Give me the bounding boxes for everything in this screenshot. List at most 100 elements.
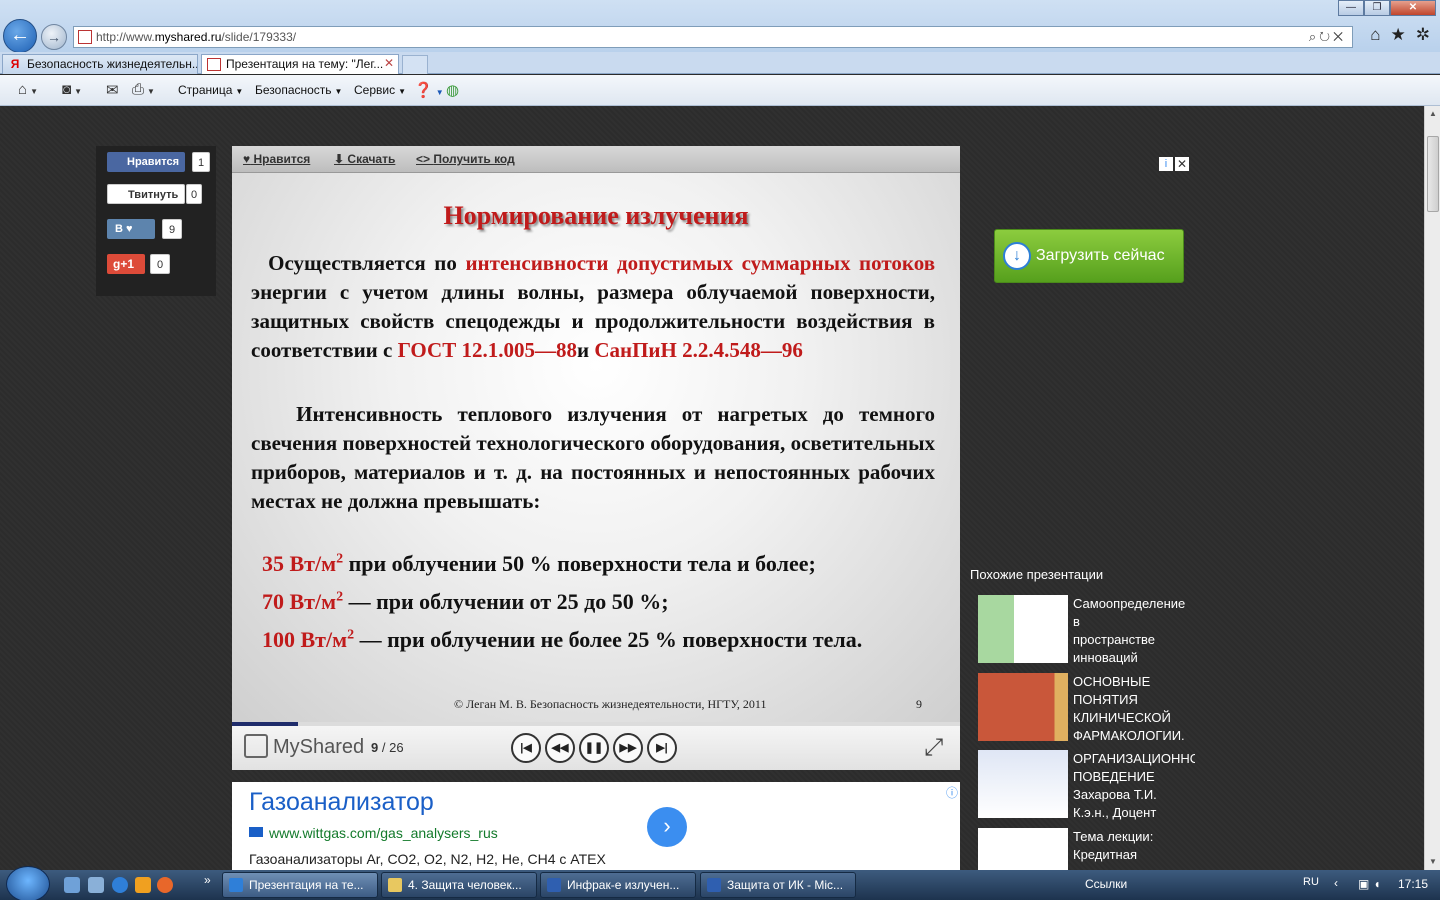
home-icon[interactable]: ⌂ ▼ xyxy=(18,81,38,98)
slide-title: Нормирование излучения xyxy=(443,201,749,230)
similar-title[interactable]: ОРГАНИЗАЦИОННОЕ ПОВЕДЕНИЕ Захарова Т.И. … xyxy=(1073,750,1195,822)
similar-item[interactable]: Самоопределение в пространстве инноваций xyxy=(978,595,1198,667)
similar-thumbnail[interactable] xyxy=(978,673,1068,741)
new-tab-button[interactable] xyxy=(402,55,428,74)
back-button[interactable]: ← xyxy=(3,19,37,53)
language-indicator[interactable]: RU xyxy=(1303,876,1319,888)
similar-heading: Похожие презентации xyxy=(970,567,1104,582)
search-icon[interactable]: ⌕ xyxy=(1309,29,1319,44)
links-toolbar[interactable]: Ссылки xyxy=(1085,877,1127,891)
safety-menu[interactable]: Безопасность ▼ xyxy=(255,83,342,97)
help-icon[interactable]: ❓ ▼ xyxy=(414,81,444,99)
taskbar-item-ie[interactable]: Презентация на те... xyxy=(222,872,378,898)
word-icon xyxy=(547,878,561,892)
heart-icon: ♥ xyxy=(126,223,133,235)
skype-icon[interactable]: ◍ xyxy=(446,81,459,99)
ad-site-icon xyxy=(249,827,263,837)
tab-bar: Я Безопасность жизнедеятельн... Презента… xyxy=(0,52,1440,74)
page-menu[interactable]: Страница ▼ xyxy=(178,83,243,97)
similar-item[interactable]: ОСНОВНЫЕ ПОНЯТИЯ КЛИНИЧЕСКОЙ ФАРМАКОЛОГИ… xyxy=(978,673,1198,745)
taskbar-item-word-1[interactable]: Инфрак-е излучен... xyxy=(540,872,696,898)
favorites-star-icon[interactable]: ★ xyxy=(1391,25,1406,45)
show-desktop-icon[interactable] xyxy=(64,877,80,893)
restore-button[interactable]: ❐ xyxy=(1364,0,1390,16)
scroll-down-icon[interactable]: ▼ xyxy=(1425,854,1440,870)
tools-gear-icon[interactable]: ✲ xyxy=(1416,25,1430,45)
ie-icon xyxy=(229,878,243,892)
tray-chevron-icon[interactable]: ‹ xyxy=(1334,876,1338,890)
download-arrow-icon: ↓ xyxy=(1003,242,1031,270)
prev-slide-button[interactable]: ◀◀ xyxy=(545,733,575,763)
tab-presentation[interactable]: Презентация на тему: "Лег... ✕ xyxy=(201,54,399,74)
minimize-button[interactable]: — xyxy=(1338,0,1364,16)
taskbar-item-folder[interactable]: 4. Защита человек... xyxy=(381,872,537,898)
similar-thumbnail[interactable] xyxy=(978,750,1068,818)
similar-item[interactable]: ОРГАНИЗАЦИОННОЕ ПОВЕДЕНИЕ Захарова Т.И. … xyxy=(978,750,1198,822)
ad-close-icon[interactable]: ✕ xyxy=(1175,157,1189,171)
media-player-icon[interactable] xyxy=(135,877,151,893)
download-link[interactable]: ⬇ Скачать xyxy=(334,152,395,166)
scroll-thumb[interactable] xyxy=(1427,136,1439,212)
next-slide-button[interactable]: ▶▶ xyxy=(613,733,643,763)
ad-title[interactable]: Газоанализатор xyxy=(249,788,434,817)
home-icon[interactable]: ⌂ xyxy=(1370,25,1380,45)
heart-icon: ♥ xyxy=(243,152,251,166)
windows-taskbar: » Презентация на те... 4. Защита человек… xyxy=(0,866,1440,900)
ad-url[interactable]: www.wittgas.com/gas_analysers_rus xyxy=(269,825,498,841)
address-bar[interactable]: http://www.myshared.ru/slide/179333/ ⌕↻✕ xyxy=(73,26,1353,48)
folder-icon xyxy=(388,878,402,892)
text-ad[interactable]: Газоанализатор www.wittgas.com/gas_analy… xyxy=(232,782,960,870)
tray-icons: ▣◖ xyxy=(1358,877,1385,891)
clock[interactable]: 17:15 xyxy=(1398,877,1428,891)
volume-icon[interactable]: ◖ xyxy=(1373,877,1384,891)
url-text[interactable]: http://www.myshared.ru/slide/179333/ xyxy=(96,30,296,44)
embed-link[interactable]: <> Получить код xyxy=(416,152,515,166)
last-slide-button[interactable]: ▶| xyxy=(647,733,677,763)
ad-info-icon[interactable]: ⓘ xyxy=(946,784,958,801)
switch-windows-icon[interactable] xyxy=(88,877,104,893)
command-bar: ⌂ ▼ ◙ ▼ ✉ ⎙ ▼ Страница ▼ Безопасность ▼ Серви… xyxy=(0,75,1440,106)
ie-icon[interactable] xyxy=(112,877,128,893)
forward-button[interactable]: → xyxy=(41,24,67,50)
facebook-like-button[interactable]: Нравится xyxy=(107,152,185,172)
tools-menu[interactable]: Сервис ▼ xyxy=(354,83,406,97)
twitter-tweet-button[interactable]: Твитнуть xyxy=(107,184,185,204)
address-tools[interactable]: ⌕↻✕ xyxy=(1309,29,1346,45)
like-link[interactable]: ♥ Нравится xyxy=(243,152,310,166)
similar-thumbnail[interactable] xyxy=(978,595,1068,663)
rss-icon[interactable]: ◙ ▼ xyxy=(62,81,82,98)
pause-button[interactable]: ❚❚ xyxy=(579,733,609,763)
download-now-button[interactable]: ↓ Загрузить сейчас xyxy=(994,229,1184,283)
slide-number: 9 xyxy=(916,697,922,711)
close-window-button[interactable]: ✕ xyxy=(1390,0,1436,16)
twitter-count: 0 xyxy=(186,184,202,204)
firefox-icon[interactable] xyxy=(157,877,173,893)
scroll-up-icon[interactable]: ▲ xyxy=(1425,106,1440,122)
vk-like-button[interactable]: В ♥ xyxy=(107,219,155,239)
page-favicon-icon xyxy=(78,30,92,44)
start-button[interactable] xyxy=(6,866,50,900)
tab-label: Презентация на тему: "Лег... xyxy=(226,57,384,71)
refresh-icon[interactable]: ↻ xyxy=(1319,29,1333,44)
print-icon[interactable]: ⎙ ▼ xyxy=(132,81,155,98)
myshared-logo[interactable]: MyShared xyxy=(273,736,364,759)
gplus-button[interactable]: g+1 xyxy=(107,254,145,274)
vertical-scrollbar[interactable]: ▲ ▼ xyxy=(1424,106,1440,870)
taskbar-item-word-2[interactable]: Защита от ИК - Mic... xyxy=(700,872,856,898)
social-panel: Нравится 1 Твитнуть 0 В ♥ 9 g+1 0 xyxy=(96,146,216,296)
ad-arrow-button[interactable]: › xyxy=(647,807,687,847)
quicklaunch-chevron-icon[interactable]: » xyxy=(204,873,211,887)
network-icon[interactable]: ▣ xyxy=(1358,877,1373,891)
fullscreen-icon[interactable]: ⤢ xyxy=(924,734,943,762)
similar-title[interactable]: ОСНОВНЫЕ ПОНЯТИЯ КЛИНИЧЕСКОЙ ФАРМАКОЛОГИ… xyxy=(1073,673,1195,745)
ad-info-icon[interactable]: i xyxy=(1159,157,1173,171)
facebook-count: 1 xyxy=(192,152,210,172)
stop-icon[interactable]: ✕ xyxy=(1333,29,1346,44)
mail-icon[interactable]: ✉ xyxy=(106,81,119,99)
gplus-count: 0 xyxy=(150,254,170,274)
tab-bzhd[interactable]: Я Безопасность жизнедеятельн... xyxy=(2,54,198,74)
tab-close-icon[interactable]: ✕ xyxy=(384,56,394,70)
tab-label: Безопасность жизнедеятельн... xyxy=(27,57,198,71)
first-slide-button[interactable]: |◀ xyxy=(511,733,541,763)
similar-title[interactable]: Самоопределение в пространстве инноваций xyxy=(1073,595,1195,667)
